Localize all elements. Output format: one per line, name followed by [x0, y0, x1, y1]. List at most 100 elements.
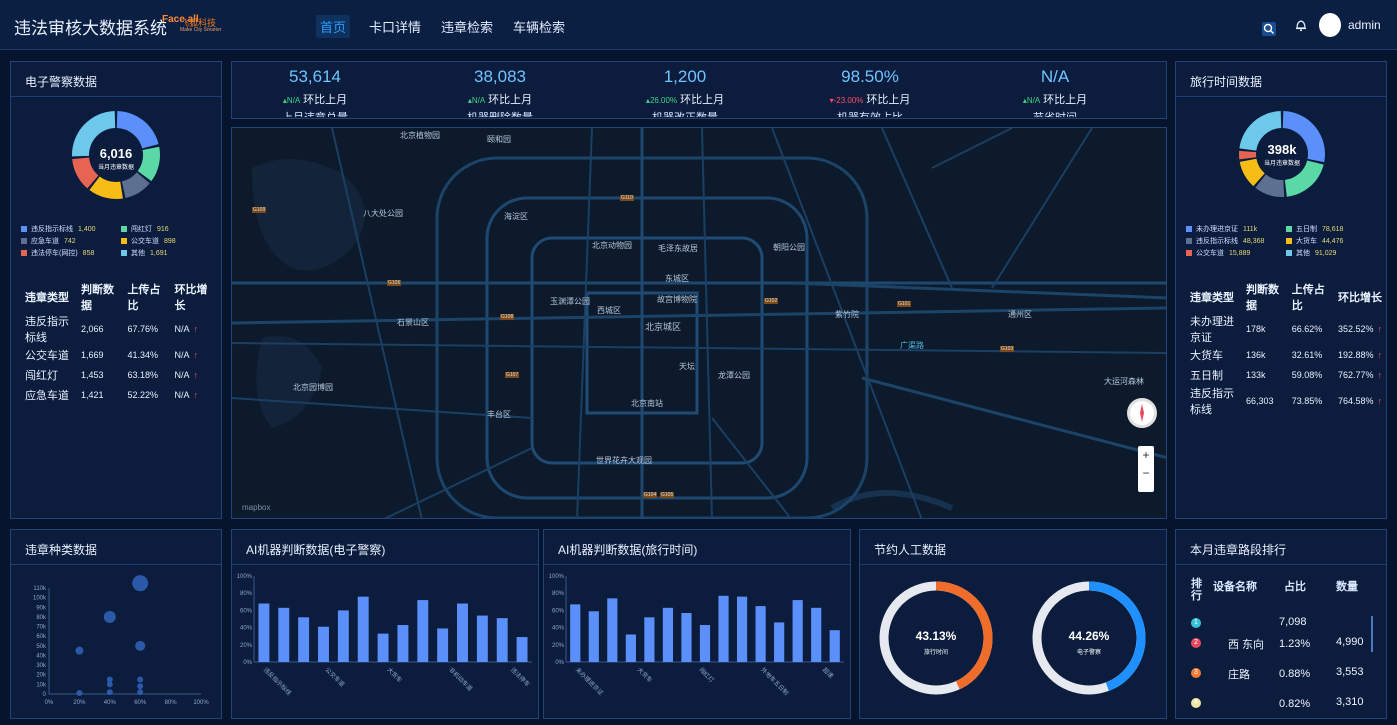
kpi-value: 38,083: [474, 67, 526, 86]
cell-text: 192.88%: [1337, 350, 1374, 360]
table-row[interactable]: 闯红灯 1,453 63.18% N/A ↑: [23, 365, 219, 385]
arrow-up-icon: ↑: [193, 390, 198, 400]
map-label: 朝阳公园: [773, 243, 805, 252]
map-attribution: mapbox: [242, 503, 271, 512]
x-tick-label: 0%: [45, 700, 54, 706]
y-tick-label: 100%: [549, 574, 565, 580]
legend-item: 应急车道 742: [21, 236, 76, 246]
panel-title: 违章种类数据: [25, 543, 98, 557]
gauge-label: 旅行时间: [924, 648, 948, 656]
city-map[interactable]: 北京植物园 颐和园 八大处公园 海淀区 北京动物园 毛泽东故居 东城区 朝阳公园…: [231, 127, 1167, 519]
y-tick-label: 40k: [36, 653, 47, 659]
map-label: 龙潭公园: [718, 371, 750, 380]
table-row[interactable]: 违反指示标线 66,303 73.85% 764.58% ↑: [1188, 385, 1384, 417]
y-tick-label: 60%: [552, 608, 565, 614]
x-tick-label: 超速: [821, 666, 835, 680]
scatter-point: [132, 575, 149, 592]
search-icon[interactable]: [1262, 22, 1276, 36]
list-item[interactable]: 1 7,098: [1176, 616, 1388, 632]
legend-name: 公交车道: [131, 238, 159, 245]
company-logo: Face all 飞狐科技 Make City Smarter: [162, 14, 224, 36]
legend-item: 违法停车(网控) 858: [21, 248, 94, 258]
kpi-label: 机器有效占比: [795, 109, 945, 117]
table-cell: 41.34%: [125, 345, 172, 365]
y-tick-label: 0%: [243, 660, 252, 666]
col-header: 判断数据: [81, 284, 114, 312]
x-tick-label: 20%: [73, 700, 86, 706]
nav-home[interactable]: 首页: [316, 15, 351, 38]
legend-swatch: [1186, 238, 1192, 245]
compass-icon[interactable]: [1127, 398, 1157, 428]
rank-header: 排行: [1191, 578, 1202, 602]
bar-chart: 0% 20% 40% 60% 80% 100% 违反指示标线 公交车道 大货车 非机动车道 违法停车: [237, 574, 532, 697]
cell-text: 52.22%: [127, 390, 158, 400]
map-label: 世界花卉大观园: [596, 456, 652, 465]
bell-icon[interactable]: [1295, 18, 1307, 32]
table-row[interactable]: 公交车道 1,669 41.34% N/A ↑: [23, 345, 219, 365]
scrollbar[interactable]: [1371, 616, 1373, 652]
zoom-in-button[interactable]: +: [1138, 448, 1154, 462]
rank-badge: 1: [1191, 618, 1201, 628]
donut-label: 当月违章数据: [1263, 161, 1300, 167]
bar: [298, 617, 310, 662]
table-cell: 大货车: [1188, 345, 1244, 365]
bar: [337, 610, 349, 662]
cell-text: 59.08%: [1291, 370, 1323, 380]
table-row[interactable]: 大货车 136k 32.61% 192.88% ↑: [1188, 345, 1384, 365]
list-item[interactable]: 2 西 东向 1.23% 4,990: [1176, 636, 1388, 652]
table-cell: 66.62%: [1290, 313, 1336, 345]
nav-violation-search[interactable]: 违章检索: [441, 17, 493, 36]
panel-title: 本月违章路段排行: [1190, 543, 1287, 557]
top-bar: 违法审核大数据系统 Face all 飞狐科技 Make City Smarte…: [0, 0, 1397, 50]
avatar[interactable]: [1319, 13, 1341, 37]
nav-vehicle-search[interactable]: 车辆检索: [513, 17, 565, 36]
legend-value: 48,368: [1243, 238, 1265, 245]
labor-saving-panel: 节约人工数据 43.13% 旅行时间 44.26% 电子警察: [859, 529, 1167, 719]
cell-text: 1,669: [81, 350, 104, 360]
table-row[interactable]: 五日制 133k 59.08% 762.77% ↑: [1188, 365, 1384, 385]
cell-text: 178k: [1246, 324, 1266, 334]
table-row[interactable]: 应急车道 1,421 52.22% N/A ↑: [23, 385, 219, 405]
legend-name: 未办理进京证: [1196, 226, 1238, 233]
rank-badge: 4: [1191, 698, 1201, 708]
kpi-value: 98.50%: [841, 67, 899, 86]
x-tick-label: 公交车道: [324, 666, 347, 689]
legend-name: 违反指示标线: [31, 226, 73, 233]
legend-value: 91,029: [1315, 250, 1337, 257]
nav-checkpoint-detail[interactable]: 卡口详情: [369, 17, 421, 36]
table-row[interactable]: 违反指示标线 2,066 67.76% N/A ↑: [23, 313, 219, 345]
legend-name: 大货车: [1296, 238, 1317, 245]
legend-swatch: [21, 226, 27, 233]
legend-value: 15,889: [1229, 250, 1251, 257]
kpi-delta: 26.00%: [649, 96, 678, 105]
share-value: 0.88%: [1279, 668, 1311, 680]
username[interactable]: admin: [1348, 18, 1381, 32]
y-tick-label: 10k: [36, 682, 47, 688]
table-cell: 192.88% ↑: [1336, 345, 1384, 365]
map-label: 紫竹院: [835, 310, 859, 319]
bar: [258, 603, 270, 662]
x-tick-label: 大货车: [385, 666, 403, 684]
legend-swatch: [1286, 238, 1292, 245]
legend-item: 五日制 78,618: [1286, 224, 1343, 234]
legend-name: 其他: [131, 250, 145, 257]
legend-swatch: [121, 250, 127, 257]
table-cell: 178k: [1244, 313, 1290, 345]
table-cell: 764.58% ↑: [1336, 385, 1384, 417]
zoom-out-button[interactable]: −: [1138, 466, 1154, 480]
gauge-label: 电子警察: [1077, 648, 1101, 656]
map-label: 天坛: [679, 362, 695, 371]
list-item[interactable]: 3 庄路 0.88% 3,553: [1176, 666, 1388, 682]
cell-text: 66.62%: [1291, 324, 1323, 334]
count-header: 数量: [1336, 581, 1358, 593]
list-item[interactable]: 4 0.82% 3,310: [1176, 696, 1388, 712]
y-tick-label: 100%: [237, 574, 253, 580]
y-tick-label: 30k: [36, 663, 47, 669]
cell-text: 67.76%: [127, 324, 158, 334]
bar: [718, 595, 729, 662]
table-row[interactable]: 未办理进京证 178k 66.62% 352.52% ↑: [1188, 313, 1384, 345]
bar: [607, 598, 618, 662]
bar: [625, 634, 636, 662]
divider: [1176, 96, 1386, 97]
cell-text: 352.52%: [1337, 324, 1374, 334]
